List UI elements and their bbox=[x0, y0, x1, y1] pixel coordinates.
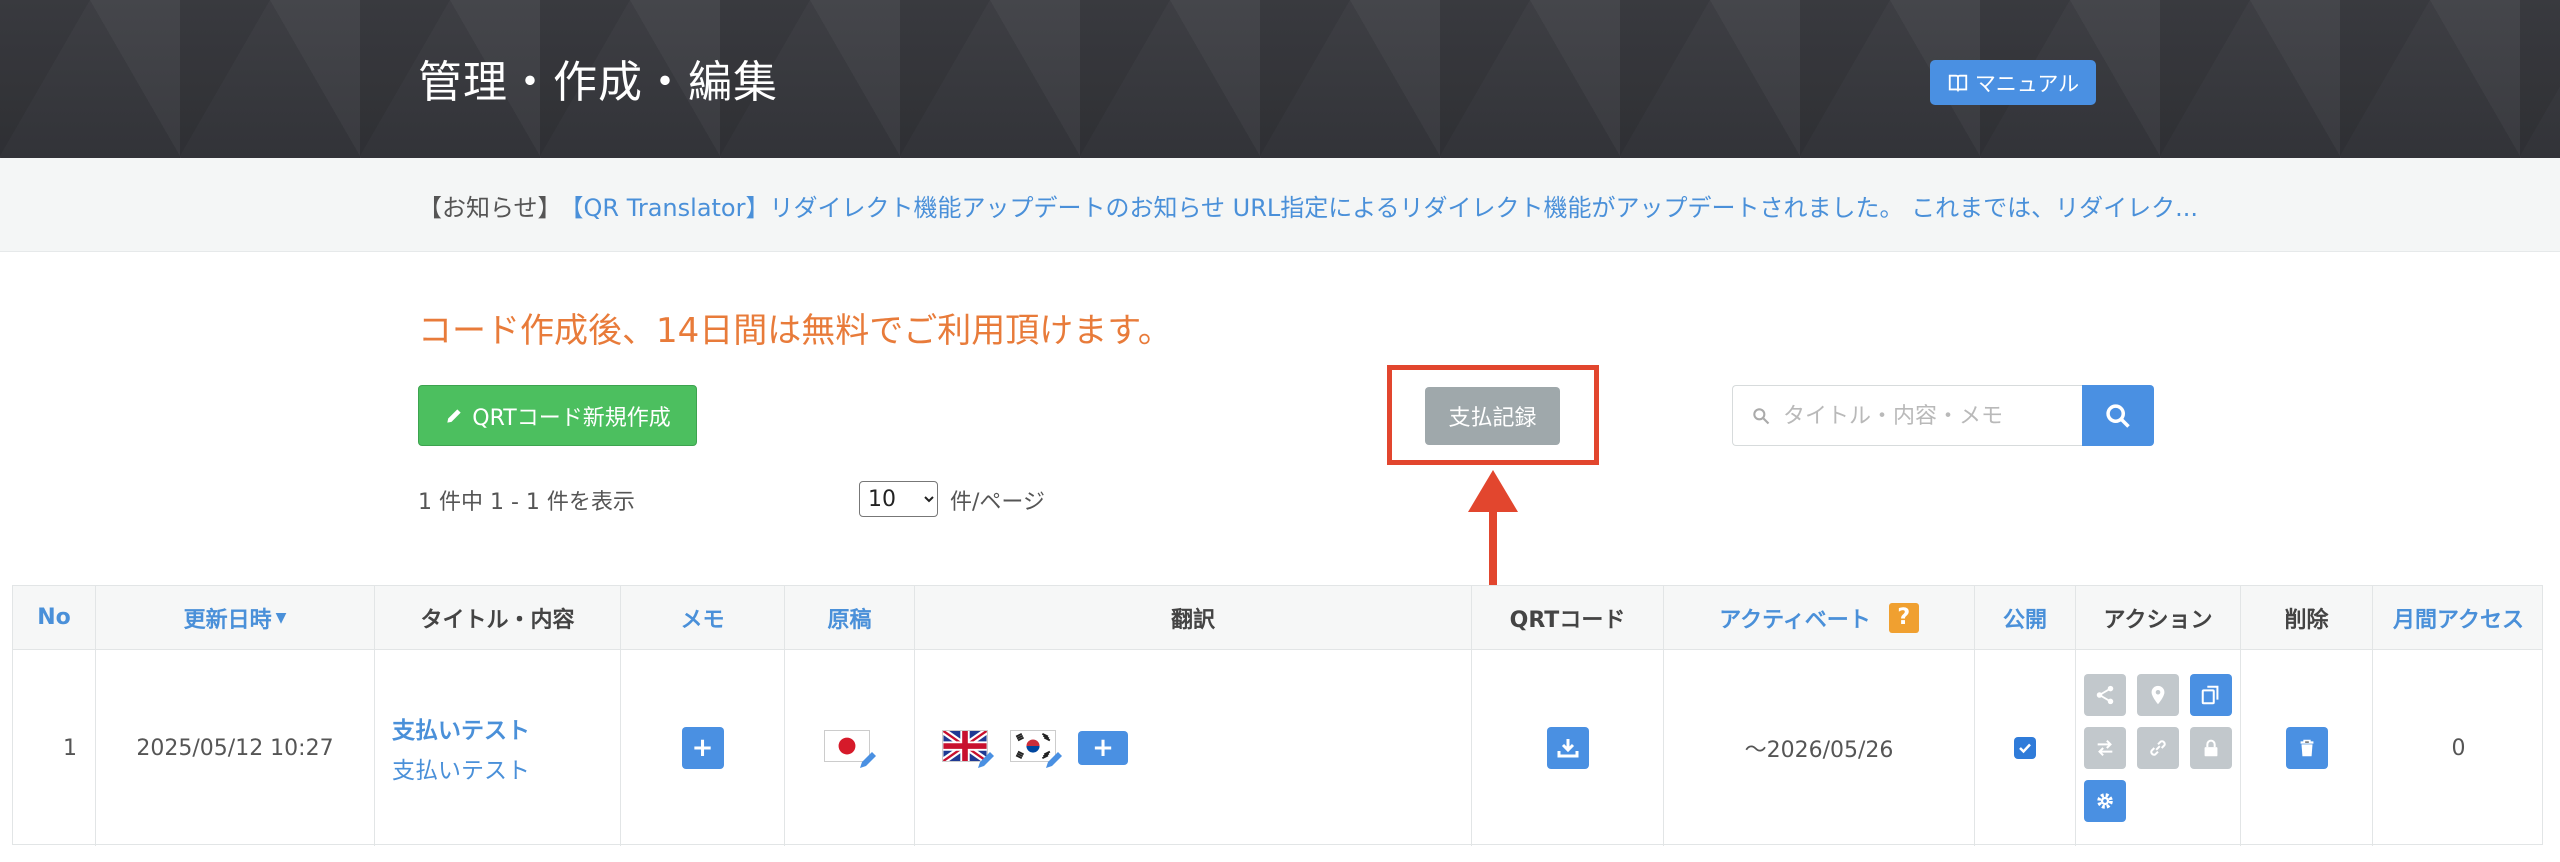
lock-button[interactable] bbox=[2190, 727, 2232, 769]
search-box bbox=[1732, 385, 2082, 446]
free-trial-message: コード作成後、14日間は無料でご利用頂けます。 bbox=[418, 311, 1172, 351]
link-button[interactable] bbox=[2137, 727, 2179, 769]
cell-monthly-access: 0 bbox=[2451, 735, 2466, 761]
cell-memo: + bbox=[621, 650, 785, 846]
col-title: タイトル・内容 bbox=[375, 586, 621, 649]
help-icon[interactable]: ? bbox=[1888, 602, 1919, 633]
col-activate-label: アクティベート bbox=[1719, 607, 1871, 633]
col-no-label: No bbox=[37, 605, 71, 630]
page-header: 管理・作成・編集 マニュアル bbox=[0, 0, 2560, 158]
col-monthly-access[interactable]: 月間アクセス bbox=[2373, 586, 2544, 649]
search-icon bbox=[2106, 403, 2130, 428]
add-translation-button[interactable]: + bbox=[1078, 731, 1128, 765]
copy-icon bbox=[2201, 685, 2219, 705]
book-icon bbox=[1948, 74, 1967, 92]
col-qrt-code: QRTコード bbox=[1472, 586, 1664, 649]
search-input[interactable] bbox=[1783, 396, 2073, 436]
edit-translation-en-button[interactable] bbox=[942, 728, 994, 768]
col-translation: 翻訳 bbox=[915, 586, 1472, 649]
download-qrt-button[interactable] bbox=[1546, 727, 1589, 769]
cell-original bbox=[785, 650, 915, 846]
lock-icon bbox=[2204, 739, 2218, 757]
per-page-select[interactable]: 10 bbox=[859, 481, 938, 517]
col-delete-label: 削除 bbox=[2284, 607, 2329, 633]
gear-icon bbox=[2097, 793, 2113, 809]
cell-delete bbox=[2241, 650, 2373, 846]
row-content-link[interactable]: 支払いテスト bbox=[392, 751, 530, 785]
pencil-icon bbox=[978, 752, 994, 768]
cell-updated: 2025/05/12 10:27 bbox=[96, 650, 375, 846]
qrt-table: No 更新日時 ▼ タイトル・内容 メモ 原稿 翻訳 QRTコード アクティベート… bbox=[12, 585, 2543, 846]
settings-button[interactable] bbox=[2084, 780, 2126, 822]
check-icon bbox=[2019, 743, 2031, 754]
annotation-arrow bbox=[1468, 470, 1518, 595]
manual-button[interactable]: マニュアル bbox=[1930, 60, 2096, 105]
map-pin-icon bbox=[2151, 685, 2165, 705]
edit-original-button[interactable] bbox=[823, 728, 876, 768]
payment-history-button[interactable]: 支払記録 bbox=[1425, 387, 1560, 445]
share-icon bbox=[2096, 685, 2114, 705]
cell-actions bbox=[2076, 650, 2241, 846]
search-icon bbox=[1753, 408, 1770, 425]
share-button[interactable] bbox=[2084, 674, 2126, 716]
col-updated[interactable]: 更新日時 ▼ bbox=[96, 586, 375, 649]
trash-icon bbox=[2300, 739, 2313, 757]
link-icon bbox=[2150, 740, 2166, 756]
col-delete: 削除 bbox=[2241, 586, 2373, 649]
notice-bar: 【お知らせ】 【QR Translator】リダイレクト機能アップデートのお知らせ… bbox=[0, 158, 2560, 252]
pencil-icon bbox=[447, 408, 461, 423]
redirect-button[interactable] bbox=[2084, 727, 2126, 769]
download-icon bbox=[1557, 739, 1578, 758]
per-page-label: 件/ページ bbox=[950, 490, 1045, 515]
cell-title: 支払いテスト 支払いテスト bbox=[375, 650, 621, 846]
pencil-icon bbox=[1046, 752, 1062, 768]
new-qrt-code-button[interactable]: QRTコード新規作成 bbox=[418, 385, 697, 446]
search-button[interactable] bbox=[2082, 385, 2154, 446]
cell-no: 1 bbox=[13, 650, 96, 846]
col-updated-label: 更新日時 bbox=[183, 607, 272, 633]
public-checkbox[interactable] bbox=[2014, 737, 2036, 759]
location-button[interactable] bbox=[2137, 674, 2179, 716]
col-no[interactable]: No bbox=[13, 586, 96, 649]
cell-activate: 〜2026/05/26 bbox=[1664, 650, 1975, 846]
col-activate[interactable]: アクティベート? bbox=[1664, 586, 1975, 649]
pencil-icon bbox=[859, 752, 876, 768]
new-qrt-code-label: QRTコード新規作成 bbox=[472, 405, 671, 431]
cell-qrt-code bbox=[1472, 650, 1664, 846]
edit-translation-ko-button[interactable] bbox=[1010, 728, 1062, 768]
col-qrt-label: QRTコード bbox=[1509, 607, 1626, 633]
col-title-label: タイトル・内容 bbox=[420, 607, 575, 633]
manual-button-label: マニュアル bbox=[1974, 71, 2080, 96]
col-public-label: 公開 bbox=[2002, 607, 2047, 633]
col-public[interactable]: 公開 bbox=[1975, 586, 2076, 649]
col-original-label: 原稿 bbox=[827, 607, 872, 633]
delete-button[interactable] bbox=[2285, 727, 2328, 769]
sort-desc-icon: ▼ bbox=[275, 609, 287, 626]
cell-public bbox=[1975, 650, 2076, 846]
col-action: アクション bbox=[2076, 586, 2241, 649]
notice-link[interactable]: 【QR Translator】リダイレクト機能アップデートのお知らせ URL指定… bbox=[572, 194, 2199, 222]
row-title-link[interactable]: 支払いテスト bbox=[392, 711, 530, 745]
col-original[interactable]: 原稿 bbox=[785, 586, 915, 649]
add-memo-button[interactable]: + bbox=[681, 727, 724, 769]
page-title: 管理・作成・編集 bbox=[418, 57, 778, 108]
table-header: No 更新日時 ▼ タイトル・内容 メモ 原稿 翻訳 QRTコード アクティベート… bbox=[13, 586, 2542, 650]
result-count: 1 件中 1 - 1 件を表示 bbox=[418, 490, 635, 515]
cell-translation: + bbox=[915, 650, 1472, 846]
col-action-label: アクション bbox=[2103, 607, 2213, 633]
col-translation-label: 翻訳 bbox=[1170, 607, 1215, 633]
notice-tag: 【お知らせ】 bbox=[418, 194, 562, 222]
copy-button[interactable] bbox=[2190, 674, 2232, 716]
col-memo[interactable]: メモ bbox=[621, 586, 785, 649]
col-monthly-label: 月間アクセス bbox=[2393, 607, 2524, 633]
col-memo-label: メモ bbox=[680, 607, 725, 633]
swap-icon bbox=[2097, 739, 2113, 757]
table-row: 1 2025/05/12 10:27 支払いテスト 支払いテスト + + 〜20… bbox=[13, 650, 2542, 846]
